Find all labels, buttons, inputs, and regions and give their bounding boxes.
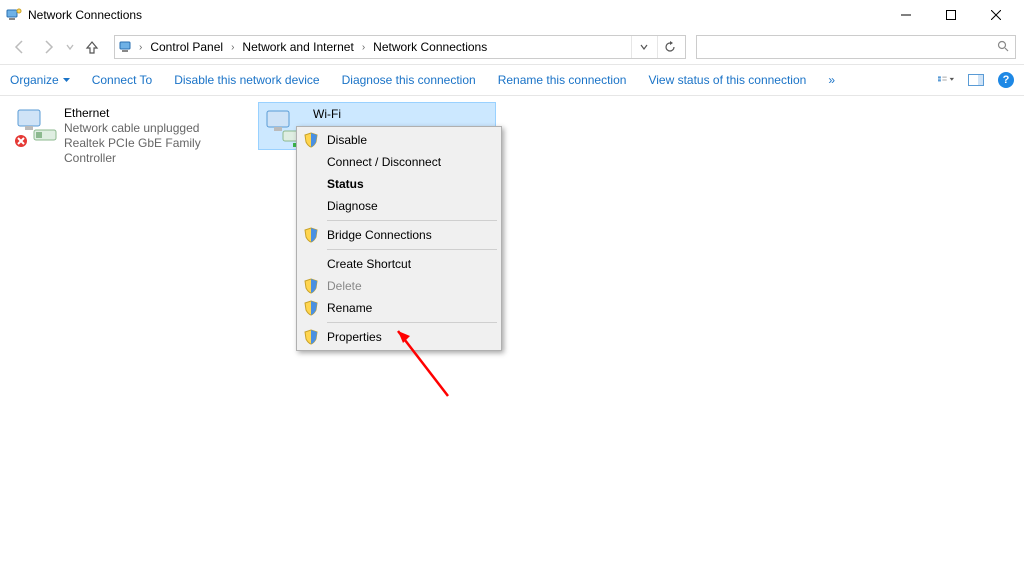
view-options-button[interactable]: [938, 72, 954, 88]
breadcrumb-network-connections[interactable]: Network Connections: [369, 36, 491, 58]
window-title: Network Connections: [28, 8, 142, 22]
ethernet-name: Ethernet: [64, 106, 242, 121]
menu-separator: [327, 322, 497, 323]
view-status-button[interactable]: View status of this connection: [648, 73, 806, 87]
rename-connection-button[interactable]: Rename this connection: [498, 73, 627, 87]
address-bar[interactable]: › Control Panel › Network and Internet ›…: [114, 35, 686, 59]
back-button[interactable]: [8, 35, 32, 59]
refresh-button[interactable]: [657, 36, 681, 58]
forward-button[interactable]: [36, 35, 60, 59]
menu-bridge-connections[interactable]: Bridge Connections: [299, 224, 499, 246]
address-dropdown-button[interactable]: [631, 36, 655, 58]
toolbar-overflow-button[interactable]: »: [828, 73, 835, 87]
disable-device-button[interactable]: Disable this network device: [174, 73, 319, 87]
shield-icon: [303, 329, 319, 345]
chevron-right-icon[interactable]: ›: [137, 42, 144, 53]
wifi-name: Wi-Fi: [313, 107, 341, 122]
organize-menu-button[interactable]: Organize: [10, 73, 70, 87]
minimize-button[interactable]: [883, 0, 928, 30]
menu-rename[interactable]: Rename: [299, 297, 499, 319]
menu-properties[interactable]: Properties: [299, 326, 499, 348]
preview-pane-button[interactable]: [968, 72, 984, 88]
connection-wifi-text: Wi-Fi: [313, 107, 341, 122]
help-button[interactable]: ?: [998, 72, 1014, 88]
up-button[interactable]: [80, 35, 104, 59]
menu-status[interactable]: Status: [299, 173, 499, 195]
error-x-icon: [14, 134, 28, 148]
chevron-right-icon[interactable]: ›: [360, 42, 367, 53]
title-bar: Network Connections: [0, 0, 1024, 30]
menu-create-shortcut[interactable]: Create Shortcut: [299, 253, 499, 275]
chevron-right-icon[interactable]: ›: [229, 42, 236, 53]
menu-disable[interactable]: Disable: [299, 129, 499, 151]
shield-icon: [303, 132, 319, 148]
window-app-icon: [6, 7, 22, 23]
connect-to-button[interactable]: Connect To: [92, 73, 153, 87]
menu-diagnose[interactable]: Diagnose: [299, 195, 499, 217]
shield-icon: [303, 300, 319, 316]
maximize-button[interactable]: [928, 0, 973, 30]
shield-icon: [303, 278, 319, 294]
ethernet-adapter: Realtek PCIe GbE Family Controller: [64, 136, 242, 166]
menu-separator: [327, 220, 497, 221]
breadcrumb-network-internet[interactable]: Network and Internet: [238, 36, 357, 58]
menu-separator: [327, 249, 497, 250]
shield-icon: [303, 227, 319, 243]
search-input[interactable]: [696, 35, 1016, 59]
connection-ethernet-text: Ethernet Network cable unplugged Realtek…: [64, 106, 242, 166]
address-root-icon: [119, 39, 135, 55]
context-menu: Disable Connect / Disconnect Status Diag…: [296, 126, 502, 351]
diagnose-connection-button[interactable]: Diagnose this connection: [342, 73, 476, 87]
breadcrumb-control-panel[interactable]: Control Panel: [146, 36, 227, 58]
menu-delete: Delete: [299, 275, 499, 297]
command-toolbar: Organize Connect To Disable this network…: [0, 64, 1024, 96]
recent-locations-button[interactable]: [64, 35, 76, 59]
ethernet-status: Network cable unplugged: [64, 121, 242, 136]
content-area[interactable]: Ethernet Network cable unplugged Realtek…: [0, 96, 1024, 579]
ethernet-adapter-icon: [16, 106, 58, 146]
search-icon: [997, 40, 1009, 55]
nav-row: › Control Panel › Network and Internet ›…: [0, 30, 1024, 64]
menu-connect-disconnect[interactable]: Connect / Disconnect: [299, 151, 499, 173]
close-button[interactable]: [973, 0, 1018, 30]
connection-ethernet[interactable]: Ethernet Network cable unplugged Realtek…: [10, 102, 248, 150]
